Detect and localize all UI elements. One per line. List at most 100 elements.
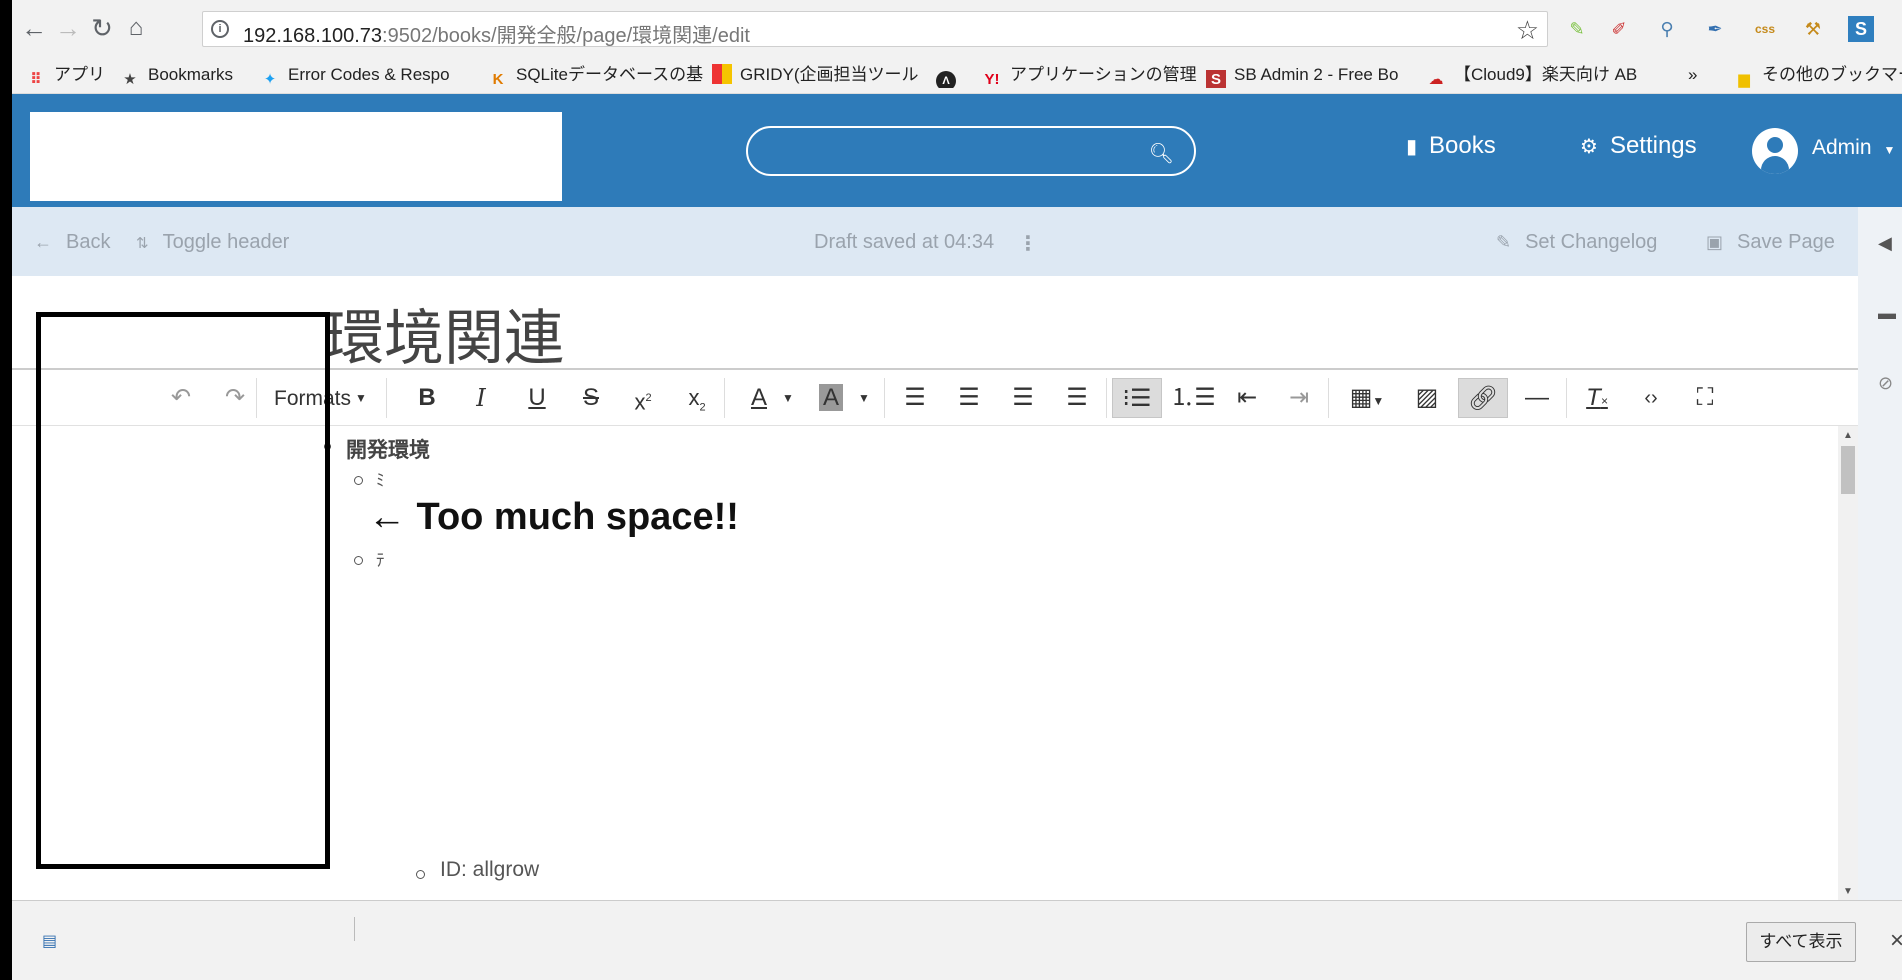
editor-scrollbar[interactable]: ▲ ▼: [1838, 426, 1858, 900]
draft-menu-icon[interactable]: ⋮: [1018, 231, 1038, 256]
page-toolbar: ← Back ⇅ Toggle header Draft saved at 04:3…: [12, 207, 1858, 276]
background-color-icon[interactable]: A: [808, 378, 854, 418]
browser-toolbar: ← → ↻ ⌂ i 192.168.100.73:9502/books/開発全般…: [12, 0, 1902, 56]
show-all-button[interactable]: すべて表示: [1746, 922, 1856, 962]
bookmark-apps[interactable]: ⠿ アプリ: [26, 62, 126, 88]
info-icon[interactable]: i: [211, 20, 229, 38]
hammer-extension-icon[interactable]: ⚒: [1798, 14, 1828, 44]
text-color-dropdown-icon[interactable]: ▼: [778, 378, 798, 418]
outdent-icon[interactable]: ⇤: [1224, 378, 1270, 418]
twitter-icon: ✦: [263, 71, 277, 88]
tag-icon[interactable]: ▬: [1878, 303, 1898, 323]
bookmark-bookmarks[interactable]: ★ Bookmarks: [120, 62, 260, 88]
pencil-extension-icon[interactable]: ✎: [1562, 14, 1592, 44]
bookmark-app-management[interactable]: Y! アプリケーションの管理: [982, 62, 1198, 88]
list-item: ﾐ: [376, 471, 385, 490]
back-arrow-icon[interactable]: ←: [20, 14, 48, 42]
bookmark-gridy[interactable]: GRIDY(企画担当ツール: [712, 62, 930, 88]
search-icon[interactable]: 🔍︎: [1149, 141, 1174, 166]
numbered-list-icon[interactable]: ⒈☰: [1170, 378, 1216, 418]
star-icon: ★: [123, 71, 137, 88]
toggle-header-button[interactable]: ⇅ Toggle header: [136, 231, 289, 254]
source-code-icon[interactable]: ‹›: [1628, 378, 1674, 418]
align-justify-icon[interactable]: ☰: [1054, 378, 1100, 418]
superscript-icon[interactable]: x2: [620, 378, 666, 418]
url-text: 192.168.100.73:9502/books/開発全般/page/環境関連…: [243, 25, 750, 47]
link-icon[interactable]: 🔗︎: [1458, 378, 1508, 418]
italic-icon[interactable]: I: [458, 378, 504, 418]
gear-icon: ⚙: [1580, 136, 1598, 158]
close-icon[interactable]: ×: [1890, 927, 1902, 955]
bookmark-other-folder[interactable]: ▆その他のブックマーク: [1734, 62, 1902, 88]
clear-formatting-icon[interactable]: T×: [1574, 378, 1620, 418]
strikethrough-icon[interactable]: S: [568, 378, 614, 418]
fullscreen-icon[interactable]: ⛶: [1682, 378, 1728, 418]
browser-window: ← → ↻ ⌂ i 192.168.100.73:9502/books/開発全般…: [0, 0, 1902, 980]
address-bar[interactable]: i 192.168.100.73:9502/books/開発全般/page/環境…: [202, 11, 1548, 47]
forward-arrow-icon[interactable]: →: [54, 14, 82, 42]
shelf-divider: [354, 917, 355, 941]
settings-link[interactable]: ⚙ Settings: [1580, 132, 1697, 160]
align-left-icon[interactable]: ☰: [892, 378, 938, 418]
arrow-left-icon: ←: [34, 232, 52, 252]
bookmark-star-icon[interactable]: ☆: [1516, 15, 1539, 46]
eraser-extension-icon[interactable]: ✐: [1604, 14, 1634, 44]
set-changelog-button[interactable]: ✎ Set Changelog: [1496, 231, 1657, 254]
chevron-down-icon: ▼: [1883, 143, 1896, 157]
css-extension-icon[interactable]: css: [1750, 14, 1780, 44]
align-center-icon[interactable]: ☰: [946, 378, 992, 418]
user-menu[interactable]: Admin ▼: [1812, 136, 1895, 160]
indent-icon[interactable]: ⇥: [1276, 378, 1322, 418]
bullet-list-icon[interactable]: ⁝☰: [1112, 378, 1162, 418]
horizontal-rule-icon[interactable]: —: [1514, 378, 1560, 418]
table-icon[interactable]: ▦▼: [1342, 378, 1392, 418]
apps-grid-icon: ⠿: [30, 71, 42, 88]
arrow-logo-icon: Λ: [936, 71, 956, 88]
bold-icon[interactable]: B: [404, 378, 450, 418]
yahoo-icon: Y!: [984, 71, 1000, 88]
background-color-dropdown-icon[interactable]: ▼: [854, 378, 874, 418]
scroll-down-icon[interactable]: ▼: [1843, 886, 1853, 897]
satellite-extension-icon[interactable]: ⚲: [1652, 14, 1682, 44]
s-extension-icon[interactable]: S: [1848, 16, 1874, 42]
info-circle-icon[interactable]: ◀: [1878, 233, 1898, 253]
home-icon[interactable]: ⌂: [122, 14, 150, 42]
scroll-up-icon[interactable]: ▲: [1843, 430, 1853, 441]
bookmark-arrow-logo[interactable]: Λ: [936, 62, 970, 88]
image-icon[interactable]: ▨: [1404, 378, 1450, 418]
floppy-disk-icon: ▣: [1706, 232, 1724, 252]
bullet-marker: [354, 556, 363, 565]
bookmark-sb-admin[interactable]: S SB Admin 2 - Free Bo: [1206, 62, 1416, 88]
bookmarks-overflow[interactable]: »: [1688, 62, 1708, 88]
page-title-input[interactable]: 環境関連: [324, 290, 564, 377]
draft-status: Draft saved at 04:34: [814, 231, 995, 253]
save-page-button[interactable]: ▣ Save Page: [1706, 231, 1835, 254]
text-color-icon[interactable]: A: [736, 378, 782, 418]
books-link[interactable]: ▮ Books: [1406, 132, 1496, 160]
cloud9-icon: ☁: [1428, 71, 1444, 88]
bookmark-cloud9[interactable]: ☁ 【Cloud9】楽天向け AB: [1426, 62, 1646, 88]
underline-icon[interactable]: U: [514, 378, 560, 418]
download-file-icon[interactable]: ▤: [42, 931, 57, 951]
k-icon: K: [492, 71, 504, 88]
bullet-marker: [416, 870, 425, 879]
bullet-marker: [354, 476, 363, 485]
side-rail: ◀ ▬ ⊘: [1858, 207, 1902, 900]
reload-icon[interactable]: ↻: [88, 14, 116, 42]
scroll-thumb[interactable]: [1841, 446, 1855, 494]
annotation-rectangle: [36, 312, 330, 869]
link-icon[interactable]: ⊘: [1878, 373, 1898, 393]
app-header: 🔍︎ ▮ Books ⚙ Settings Admin ▼: [12, 94, 1902, 207]
back-button[interactable]: ← Back: [34, 231, 110, 254]
list-item: ID: allgrow: [440, 858, 540, 881]
swap-vertical-icon: ⇅: [136, 235, 149, 252]
download-shelf: ▤ すべて表示 ×: [12, 900, 1902, 980]
align-right-icon[interactable]: ☰: [1000, 378, 1046, 418]
avatar[interactable]: [1752, 128, 1798, 174]
eyedropper-extension-icon[interactable]: ✒: [1700, 14, 1730, 44]
bookmark-sqlite[interactable]: K SQLiteデータベースの基: [488, 62, 710, 88]
subscript-icon[interactable]: x2: [674, 378, 720, 418]
bookmark-error-codes[interactable]: ✦ Error Codes & Respo: [260, 62, 476, 88]
site-logo[interactable]: [30, 112, 562, 201]
search-input[interactable]: 🔍︎: [746, 126, 1196, 176]
